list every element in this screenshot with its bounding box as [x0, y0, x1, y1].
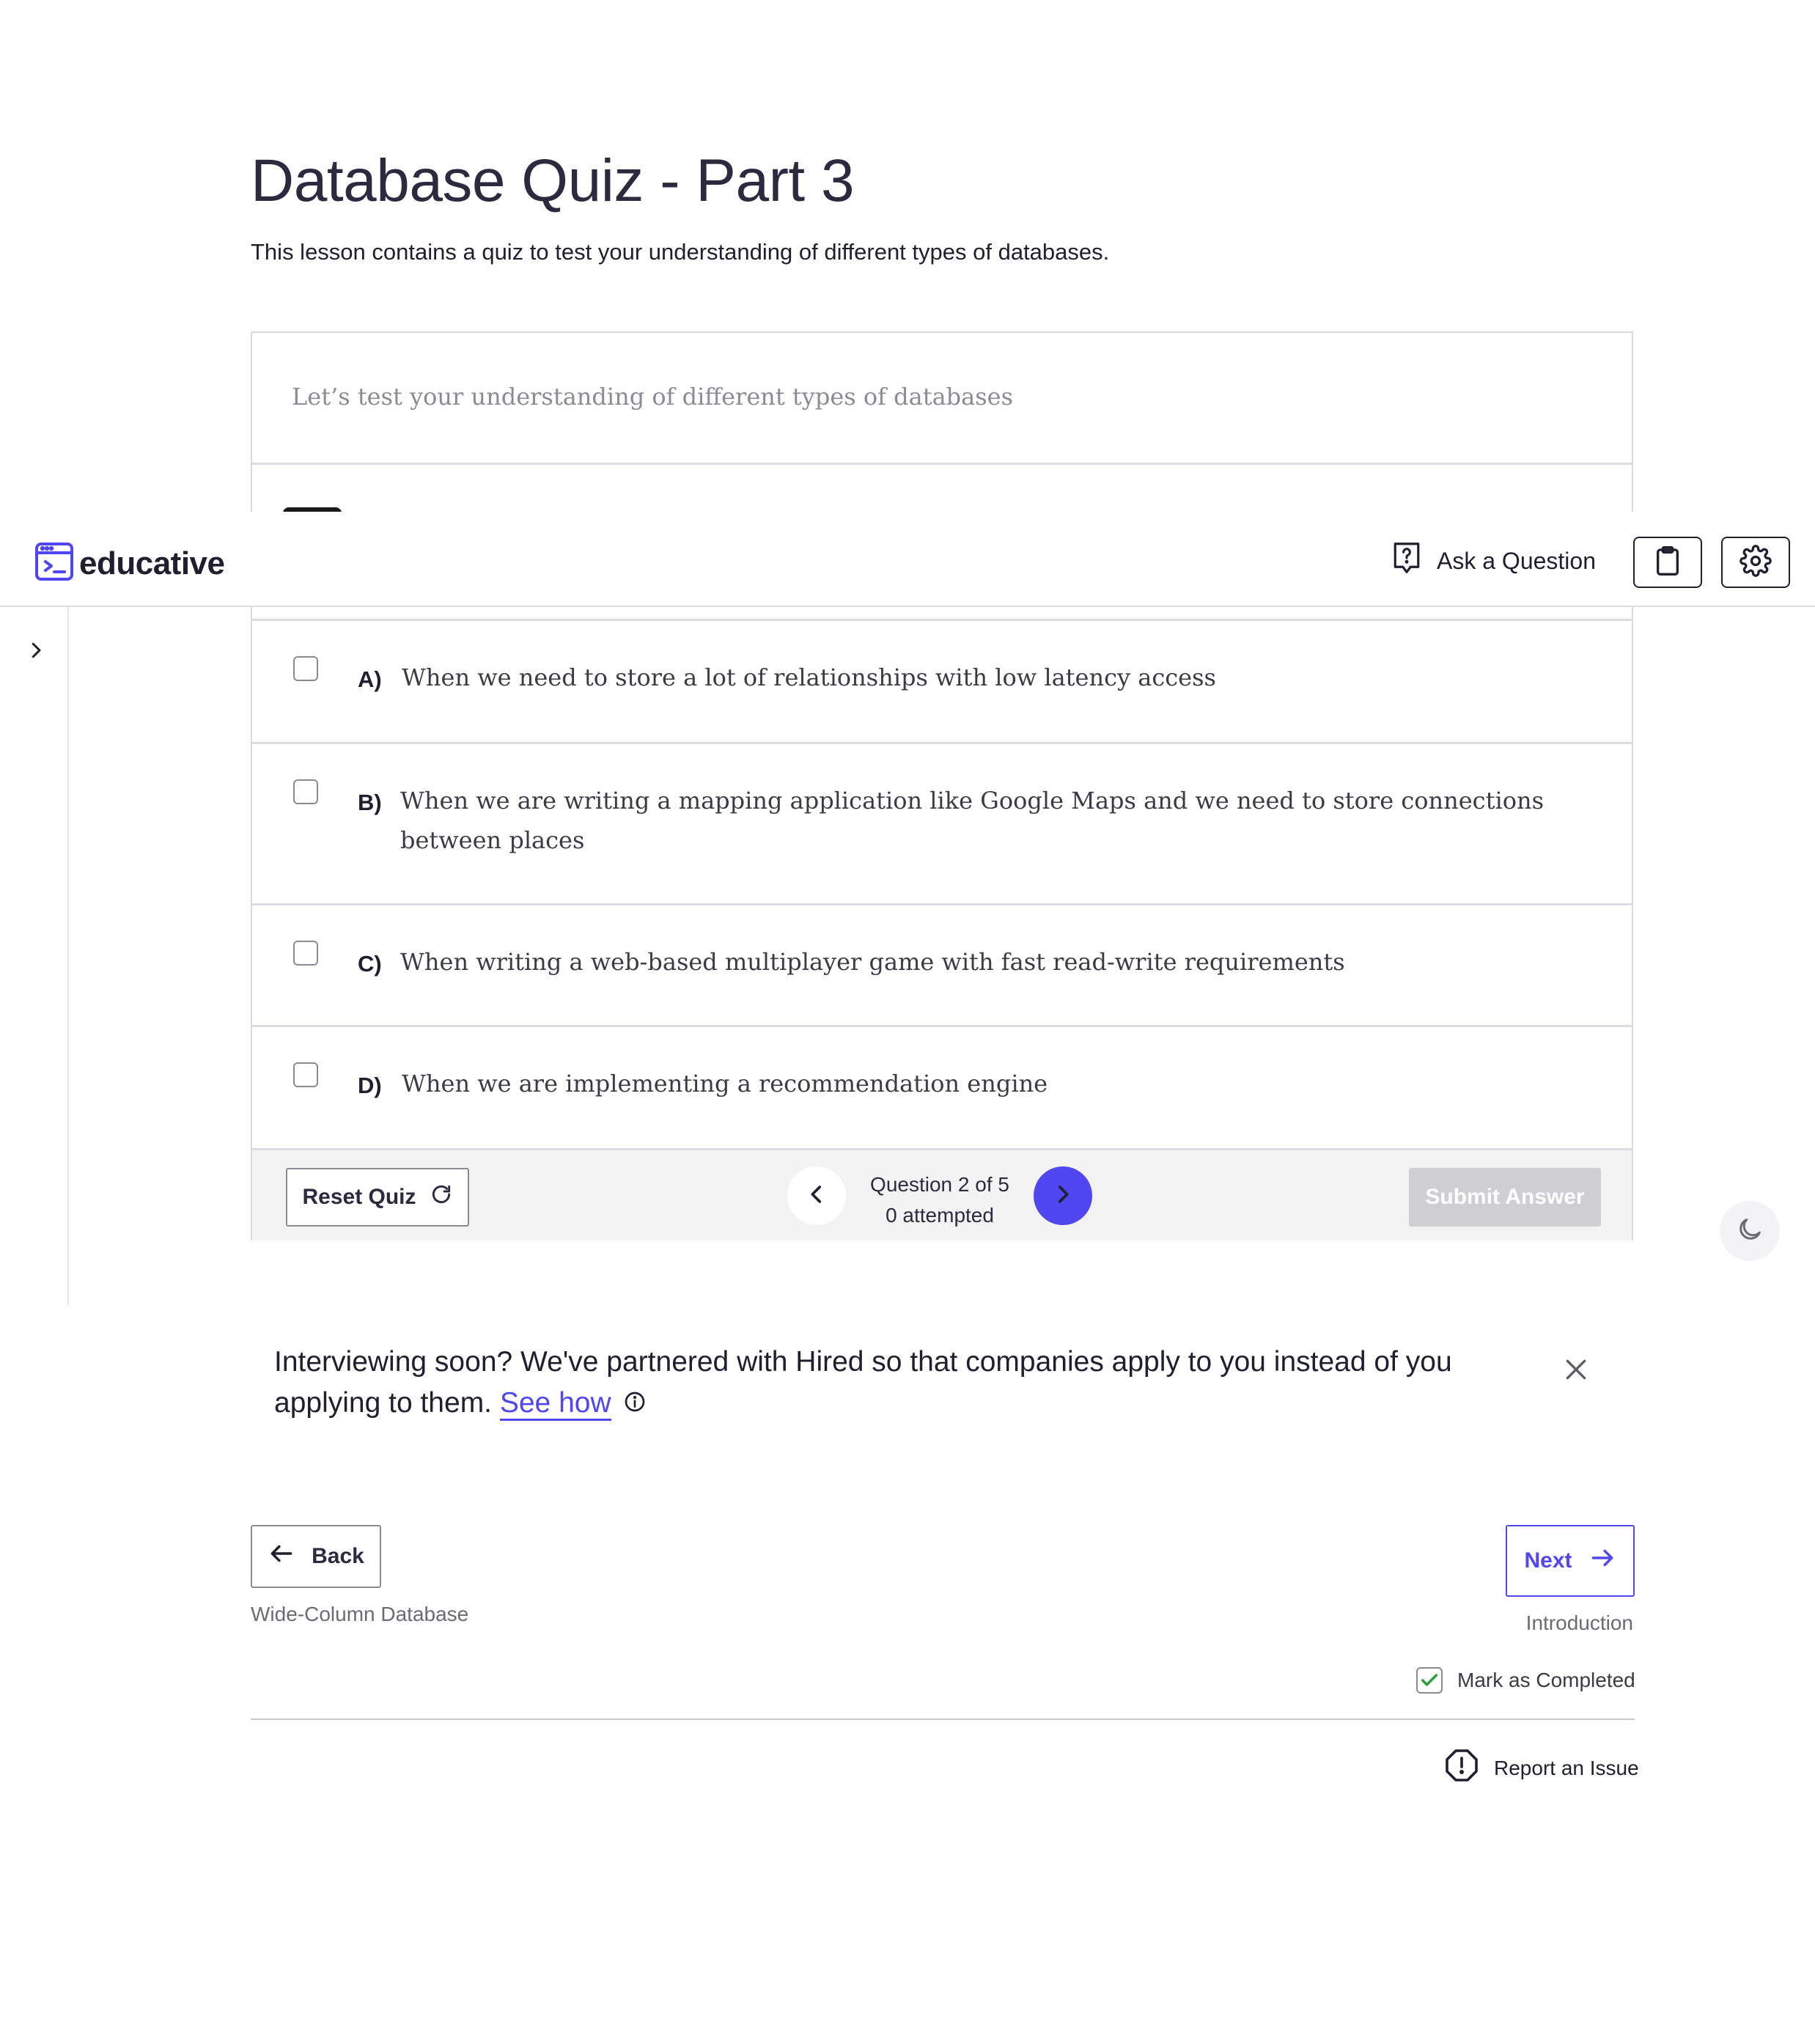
question-counter: Question 2 of 5 0 attempted — [855, 1169, 1025, 1231]
option-a[interactable]: A) When we need to store a lot of relati… — [252, 619, 1632, 742]
back-button[interactable]: Back — [251, 1525, 381, 1588]
previous-question-button[interactable] — [787, 1166, 846, 1225]
gear-icon — [1739, 544, 1772, 581]
submit-answer-button[interactable]: Submit Answer — [1409, 1168, 1601, 1227]
option-a-checkbox[interactable] — [293, 656, 318, 681]
see-how-link[interactable]: See how — [499, 1387, 611, 1421]
back-label: Back — [312, 1544, 364, 1568]
option-d-checkbox[interactable] — [293, 1062, 318, 1087]
reset-quiz-button[interactable]: Reset Quiz — [286, 1168, 469, 1227]
checkmark-icon — [1421, 1674, 1438, 1686]
option-a-letter: A) — [358, 666, 382, 692]
mark-completed-label: Mark as Completed — [1457, 1669, 1635, 1691]
question-bubble-icon — [1391, 541, 1422, 581]
chevron-left-icon — [804, 1182, 829, 1210]
alert-octagon-icon — [1444, 1748, 1479, 1788]
report-issue-button[interactable]: Report an Issue — [1444, 1748, 1639, 1788]
option-d[interactable]: D) When we are implementing a recommenda… — [252, 1025, 1632, 1148]
option-d-letter: D) — [358, 1073, 382, 1098]
next-question-button[interactable] — [1034, 1166, 1092, 1225]
dark-mode-toggle[interactable] — [1720, 1201, 1780, 1261]
sidebar-toggle-button[interactable] — [23, 639, 48, 664]
educative-logo[interactable]: educative — [34, 541, 225, 586]
lesson-description: This lesson contains a quiz to test your… — [251, 239, 1110, 265]
quiz-intro: Let’s test your understanding of differe… — [252, 333, 1632, 465]
logo-text: educative — [79, 545, 225, 581]
quiz-intro-text: Let’s test your understanding of differe… — [292, 383, 1013, 411]
ask-question-button[interactable]: Ask a Question — [1391, 541, 1596, 581]
refresh-icon — [430, 1183, 453, 1212]
report-issue-label: Report an Issue — [1494, 1756, 1639, 1779]
arrow-left-icon — [268, 1540, 295, 1573]
next-button[interactable]: Next — [1506, 1525, 1635, 1597]
settings-button[interactable] — [1721, 537, 1790, 588]
ask-question-label: Ask a Question — [1437, 547, 1596, 574]
option-c-letter: C) — [358, 951, 382, 977]
hired-promo: Interviewing soon? We've partnered with … — [274, 1342, 1520, 1425]
option-b-text: When we are writing a mapping applicatio… — [400, 787, 1544, 854]
previous-lesson-title: Wide-Column Database — [251, 1603, 469, 1625]
divider — [251, 1718, 1635, 1720]
mark-completed-checkbox[interactable] — [1416, 1667, 1443, 1694]
option-d-text: When we are implementing a recommendatio… — [402, 1070, 1048, 1098]
mark-completed-toggle[interactable]: Mark as Completed — [1416, 1667, 1635, 1694]
attempted-count: 0 attempted — [886, 1204, 994, 1227]
info-icon — [623, 1384, 647, 1425]
quiz-card: Let’s test your understanding of differe… — [251, 331, 1633, 1240]
chevron-right-icon — [1050, 1182, 1075, 1210]
chevron-right-icon — [25, 639, 47, 665]
option-c-checkbox[interactable] — [293, 941, 318, 966]
option-b[interactable]: B) When we are writing a mapping applica… — [252, 742, 1632, 903]
option-c[interactable]: C) When writing a web-based multiplayer … — [252, 903, 1632, 1025]
reset-quiz-label: Reset Quiz — [302, 1185, 416, 1209]
moon-icon — [1735, 1215, 1764, 1248]
next-lesson-title: Introduction — [1525, 1611, 1633, 1634]
question-number: Question 2 of 5 — [870, 1173, 1009, 1196]
close-promo-button[interactable] — [1561, 1355, 1591, 1384]
page-title: Database Quiz - Part 3 — [251, 147, 855, 214]
arrow-right-icon — [1588, 1544, 1616, 1578]
notes-button[interactable] — [1633, 537, 1702, 588]
option-c-text: When writing a web-based multiplayer gam… — [400, 948, 1345, 976]
sidebar-rail — [0, 607, 69, 1305]
option-b-letter: B) — [358, 790, 382, 815]
quiz-footer: Reset Quiz Question 2 of 5 0 attempted S… — [252, 1148, 1632, 1240]
clipboard-icon — [1653, 545, 1682, 581]
option-b-checkbox[interactable] — [293, 779, 318, 804]
option-a-text: When we need to store a lot of relations… — [402, 663, 1216, 691]
promo-text: Interviewing soon? We've partnered with … — [274, 1346, 1452, 1419]
top-header: educative Ask a Question — [0, 512, 1815, 607]
terminal-window-icon — [34, 541, 75, 586]
next-label: Next — [1524, 1548, 1572, 1573]
close-icon — [1561, 1359, 1591, 1387]
